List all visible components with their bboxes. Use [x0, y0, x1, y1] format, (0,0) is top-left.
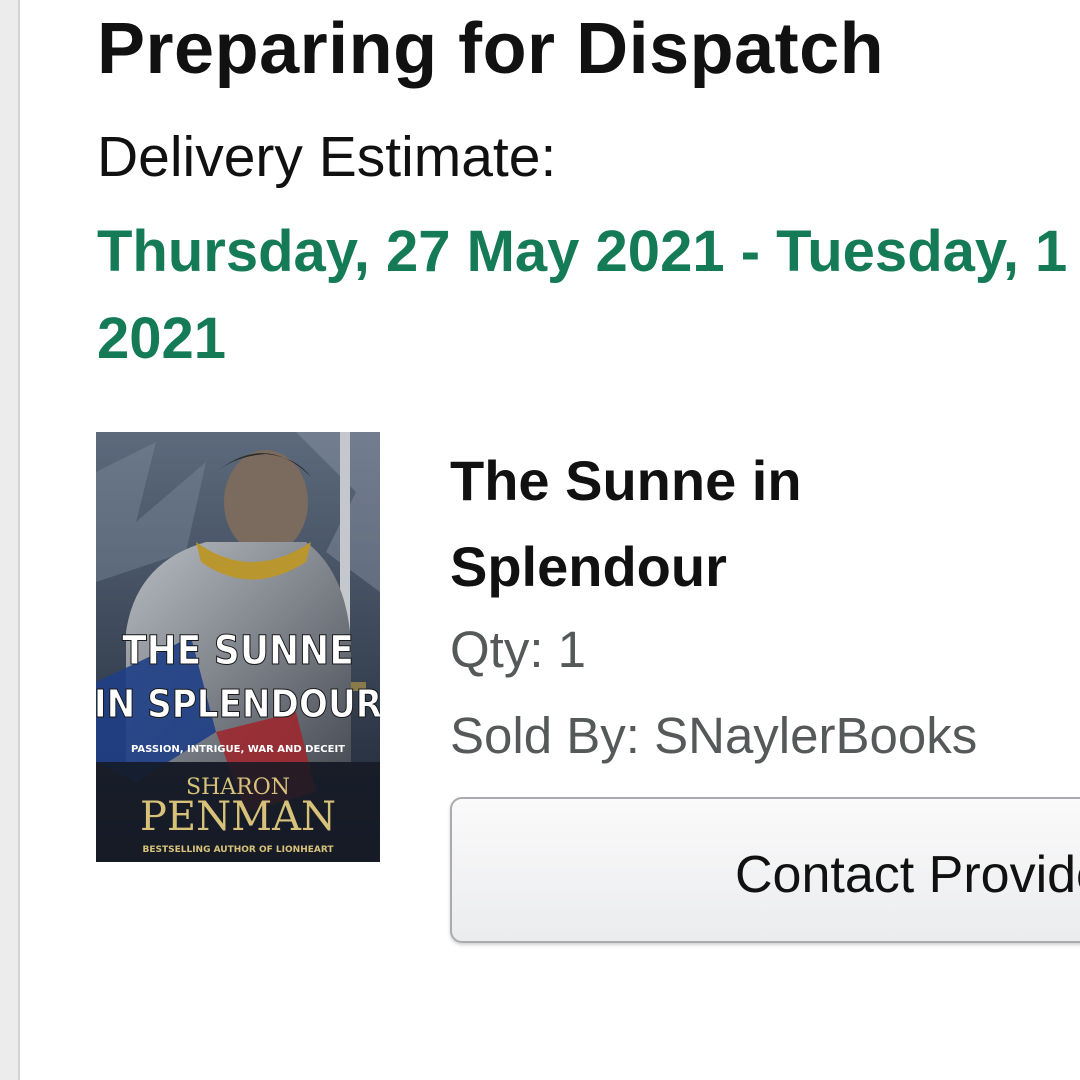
contact-provider-button[interactable]: Contact Provider [450, 797, 1080, 943]
cover-byline: BESTSELLING AUTHOR OF LIONHEART [142, 845, 334, 855]
delivery-estimate-label: Delivery Estimate: [97, 125, 557, 189]
cover-title-line1: THE SUNNE [122, 628, 354, 674]
order-detail-page: Preparing for Dispatch Delivery Estimate… [0, 0, 1080, 1080]
shipment-card: Preparing for Dispatch Delivery Estimate… [20, 0, 1080, 1080]
contact-provider-label: Contact Provider [735, 846, 1080, 904]
cover-title-line2: IN SPLENDOUR [96, 682, 380, 726]
cover-tagline: PASSION, INTRIGUE, WAR AND DECEIT [131, 744, 345, 755]
product-title-link[interactable]: The Sunne in Splendour [450, 438, 1010, 610]
knight-head [224, 450, 308, 554]
seller-text: Sold By: SNaylerBooks [450, 707, 978, 764]
delivery-estimate-dates: Thursday, 27 May 2021 - Tuesday, 1 June … [97, 219, 1080, 371]
quantity-text: Qty: 1 [450, 621, 587, 678]
book-cover-art: THE SUNNE IN SPLENDOUR PASSION, INTRIGUE… [96, 432, 380, 862]
cover-author-last: PENMAN [140, 794, 336, 840]
shipment-status-title: Preparing for Dispatch [97, 9, 885, 89]
book-cover-image[interactable]: THE SUNNE IN SPLENDOUR PASSION, INTRIGUE… [96, 432, 380, 862]
left-edge-divider [0, 0, 20, 1080]
